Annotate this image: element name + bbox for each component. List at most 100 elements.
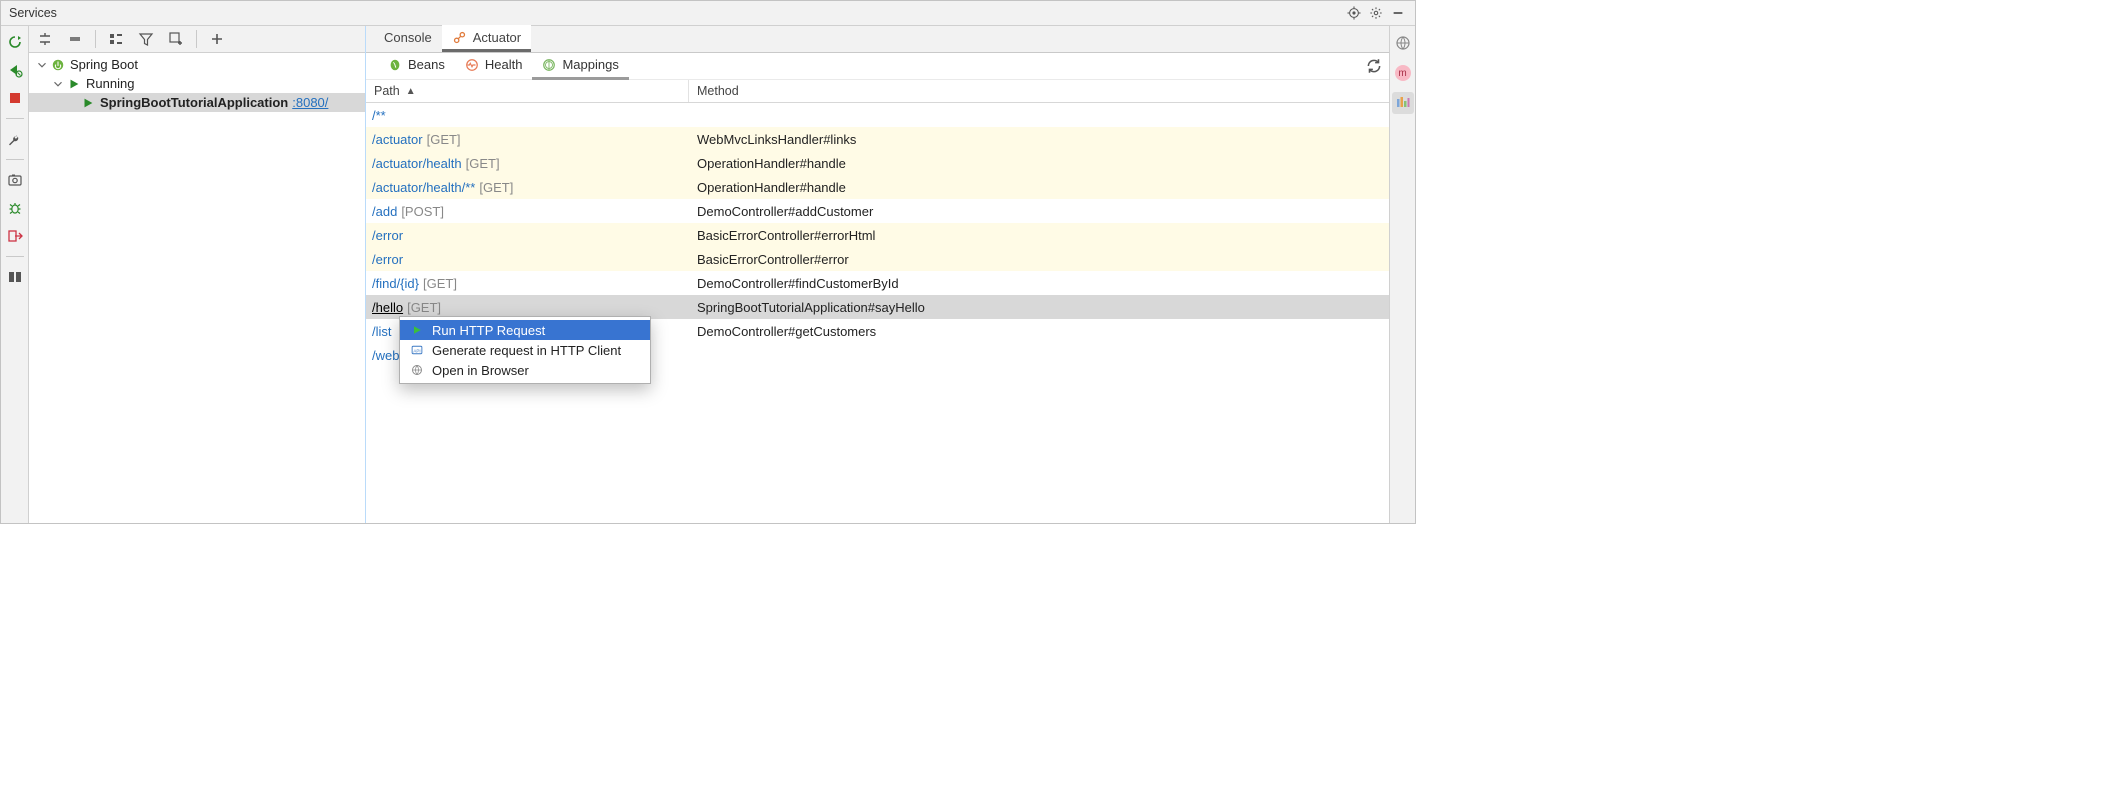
gear-icon[interactable] <box>1367 4 1385 22</box>
path-link[interactable]: /web <box>372 348 399 363</box>
layout-icon[interactable] <box>5 267 25 287</box>
cm-label: Generate request in HTTP Client <box>432 343 621 358</box>
tree-node-spring-boot[interactable]: Spring Boot <box>29 55 365 74</box>
play-icon <box>67 77 81 91</box>
group-by-icon[interactable] <box>106 29 126 49</box>
table-row[interactable]: /error BasicErrorController#error <box>366 247 1389 271</box>
tree-port-link[interactable]: :8080/ <box>292 95 328 110</box>
add-config-icon[interactable] <box>166 29 186 49</box>
cell-method: DemoController#getCustomers <box>689 324 1389 339</box>
th-label: Path <box>374 84 400 98</box>
panel-title: Services <box>9 6 1345 20</box>
path-link[interactable]: /actuator/health <box>372 156 462 171</box>
minimize-icon[interactable] <box>1389 4 1407 22</box>
tab-label: Health <box>485 57 523 72</box>
context-menu: Run HTTP Request API Generate request in… <box>399 316 651 384</box>
browser-preview-icon[interactable] <box>1392 32 1414 54</box>
tab-label: Console <box>384 30 432 45</box>
beans-icon <box>388 58 402 72</box>
cell-method: BasicErrorController#error <box>689 252 1389 267</box>
tree-node-app[interactable]: SpringBootTutorialApplication :8080/ <box>29 93 365 112</box>
tab-label: Beans <box>408 57 445 72</box>
mappings-icon <box>542 58 556 72</box>
http-method: [GET] <box>466 156 500 171</box>
tree-label: Running <box>86 76 134 91</box>
cell-method: OperationHandler#handle <box>689 180 1389 195</box>
chevron-down-icon <box>51 77 65 91</box>
table-row[interactable]: /find/{id} [GET]DemoController#findCusto… <box>366 271 1389 295</box>
expand-all-icon[interactable] <box>35 29 55 49</box>
tree-label: Spring Boot <box>70 57 138 72</box>
path-link[interactable]: /find/{id} <box>372 276 419 291</box>
spring-boot-icon <box>51 58 65 72</box>
tab-health[interactable]: Health <box>455 53 533 80</box>
http-method: [GET] <box>423 276 457 291</box>
filter-icon[interactable] <box>136 29 156 49</box>
table-row[interactable]: /error BasicErrorController#errorHtml <box>366 223 1389 247</box>
cell-path: /actuator [GET] <box>366 132 689 147</box>
path-link[interactable]: /add <box>372 204 397 219</box>
add-icon[interactable] <box>207 29 227 49</box>
exit-icon[interactable] <box>5 226 25 246</box>
rerun-icon[interactable] <box>5 32 25 52</box>
path-link[interactable]: /error <box>372 252 403 267</box>
path-link[interactable]: /actuator <box>372 132 423 147</box>
run-bug-icon[interactable] <box>5 60 25 80</box>
cm-generate-request[interactable]: API Generate request in HTTP Client <box>400 340 650 360</box>
target-icon[interactable] <box>1345 4 1363 22</box>
sort-asc-icon: ▲ <box>406 86 416 97</box>
cell-path: /error <box>366 252 689 267</box>
path-link[interactable]: /actuator/health/** <box>372 180 475 195</box>
wrench-icon[interactable] <box>5 129 25 149</box>
maven-badge[interactable]: m <box>1392 62 1414 84</box>
tab-beans[interactable]: Beans <box>378 53 455 80</box>
table-row[interactable]: /actuator [GET]WebMvcLinksHandler#links <box>366 127 1389 151</box>
run-tree[interactable]: Spring Boot Running SpringBootTutorialAp… <box>29 53 365 523</box>
table-row[interactable]: /actuator/health/** [GET]OperationHandle… <box>366 175 1389 199</box>
debug-bug-icon[interactable] <box>5 198 25 218</box>
table-row[interactable]: /** <box>366 103 1389 127</box>
cell-method: OperationHandler#handle <box>689 156 1389 171</box>
tab-label: Mappings <box>562 57 618 72</box>
th-path[interactable]: Path ▲ <box>366 80 689 102</box>
path-link[interactable]: /hello <box>372 300 403 315</box>
http-method: [GET] <box>407 300 441 315</box>
right-gutter: m <box>1389 26 1415 523</box>
stop-icon[interactable] <box>5 88 25 108</box>
cell-method: WebMvcLinksHandler#links <box>689 132 1389 147</box>
tree-toolbar <box>29 26 365 53</box>
chevron-down-icon <box>35 58 49 72</box>
tab-actuator[interactable]: Actuator <box>442 25 531 52</box>
cell-method: DemoController#findCustomerById <box>689 276 1389 291</box>
run-config-panel: Spring Boot Running SpringBootTutorialAp… <box>29 26 366 523</box>
cm-open-browser[interactable]: Open in Browser <box>400 360 650 380</box>
cell-path: /find/{id} [GET] <box>366 276 689 291</box>
http-method: [POST] <box>401 204 444 219</box>
screenshot-icon[interactable] <box>5 170 25 190</box>
m-icon: m <box>1395 65 1411 81</box>
health-icon <box>465 58 479 72</box>
cell-path: /** <box>366 108 689 123</box>
mappings-table[interactable]: Path ▲ Method /**/actuator [GET]WebMvcLi… <box>366 80 1389 523</box>
sub-tabs: Beans Health Mappings <box>366 53 1389 80</box>
tree-node-running[interactable]: Running <box>29 74 365 93</box>
path-link[interactable]: /** <box>372 108 386 123</box>
cm-label: Open in Browser <box>432 363 529 378</box>
left-gutter <box>1 26 29 523</box>
path-link[interactable]: /error <box>372 228 403 243</box>
refresh-icon[interactable] <box>1365 57 1383 75</box>
cell-path: /actuator/health [GET] <box>366 156 689 171</box>
tab-console[interactable]: Console <box>374 25 442 52</box>
cell-method: SpringBootTutorialApplication#sayHello <box>689 300 1389 315</box>
th-label: Method <box>697 84 739 98</box>
cm-run-http[interactable]: Run HTTP Request <box>400 320 650 340</box>
globe-icon <box>410 363 424 377</box>
table-row[interactable]: /add [POST]DemoController#addCustomer <box>366 199 1389 223</box>
table-row[interactable]: /actuator/health [GET]OperationHandler#h… <box>366 151 1389 175</box>
mem-indicator-icon[interactable] <box>1392 92 1414 114</box>
th-method[interactable]: Method <box>689 80 1389 102</box>
path-link[interactable]: /list <box>372 324 392 339</box>
collapse-all-icon[interactable] <box>65 29 85 49</box>
tab-mappings[interactable]: Mappings <box>532 53 628 80</box>
cell-method: BasicErrorController#errorHtml <box>689 228 1389 243</box>
